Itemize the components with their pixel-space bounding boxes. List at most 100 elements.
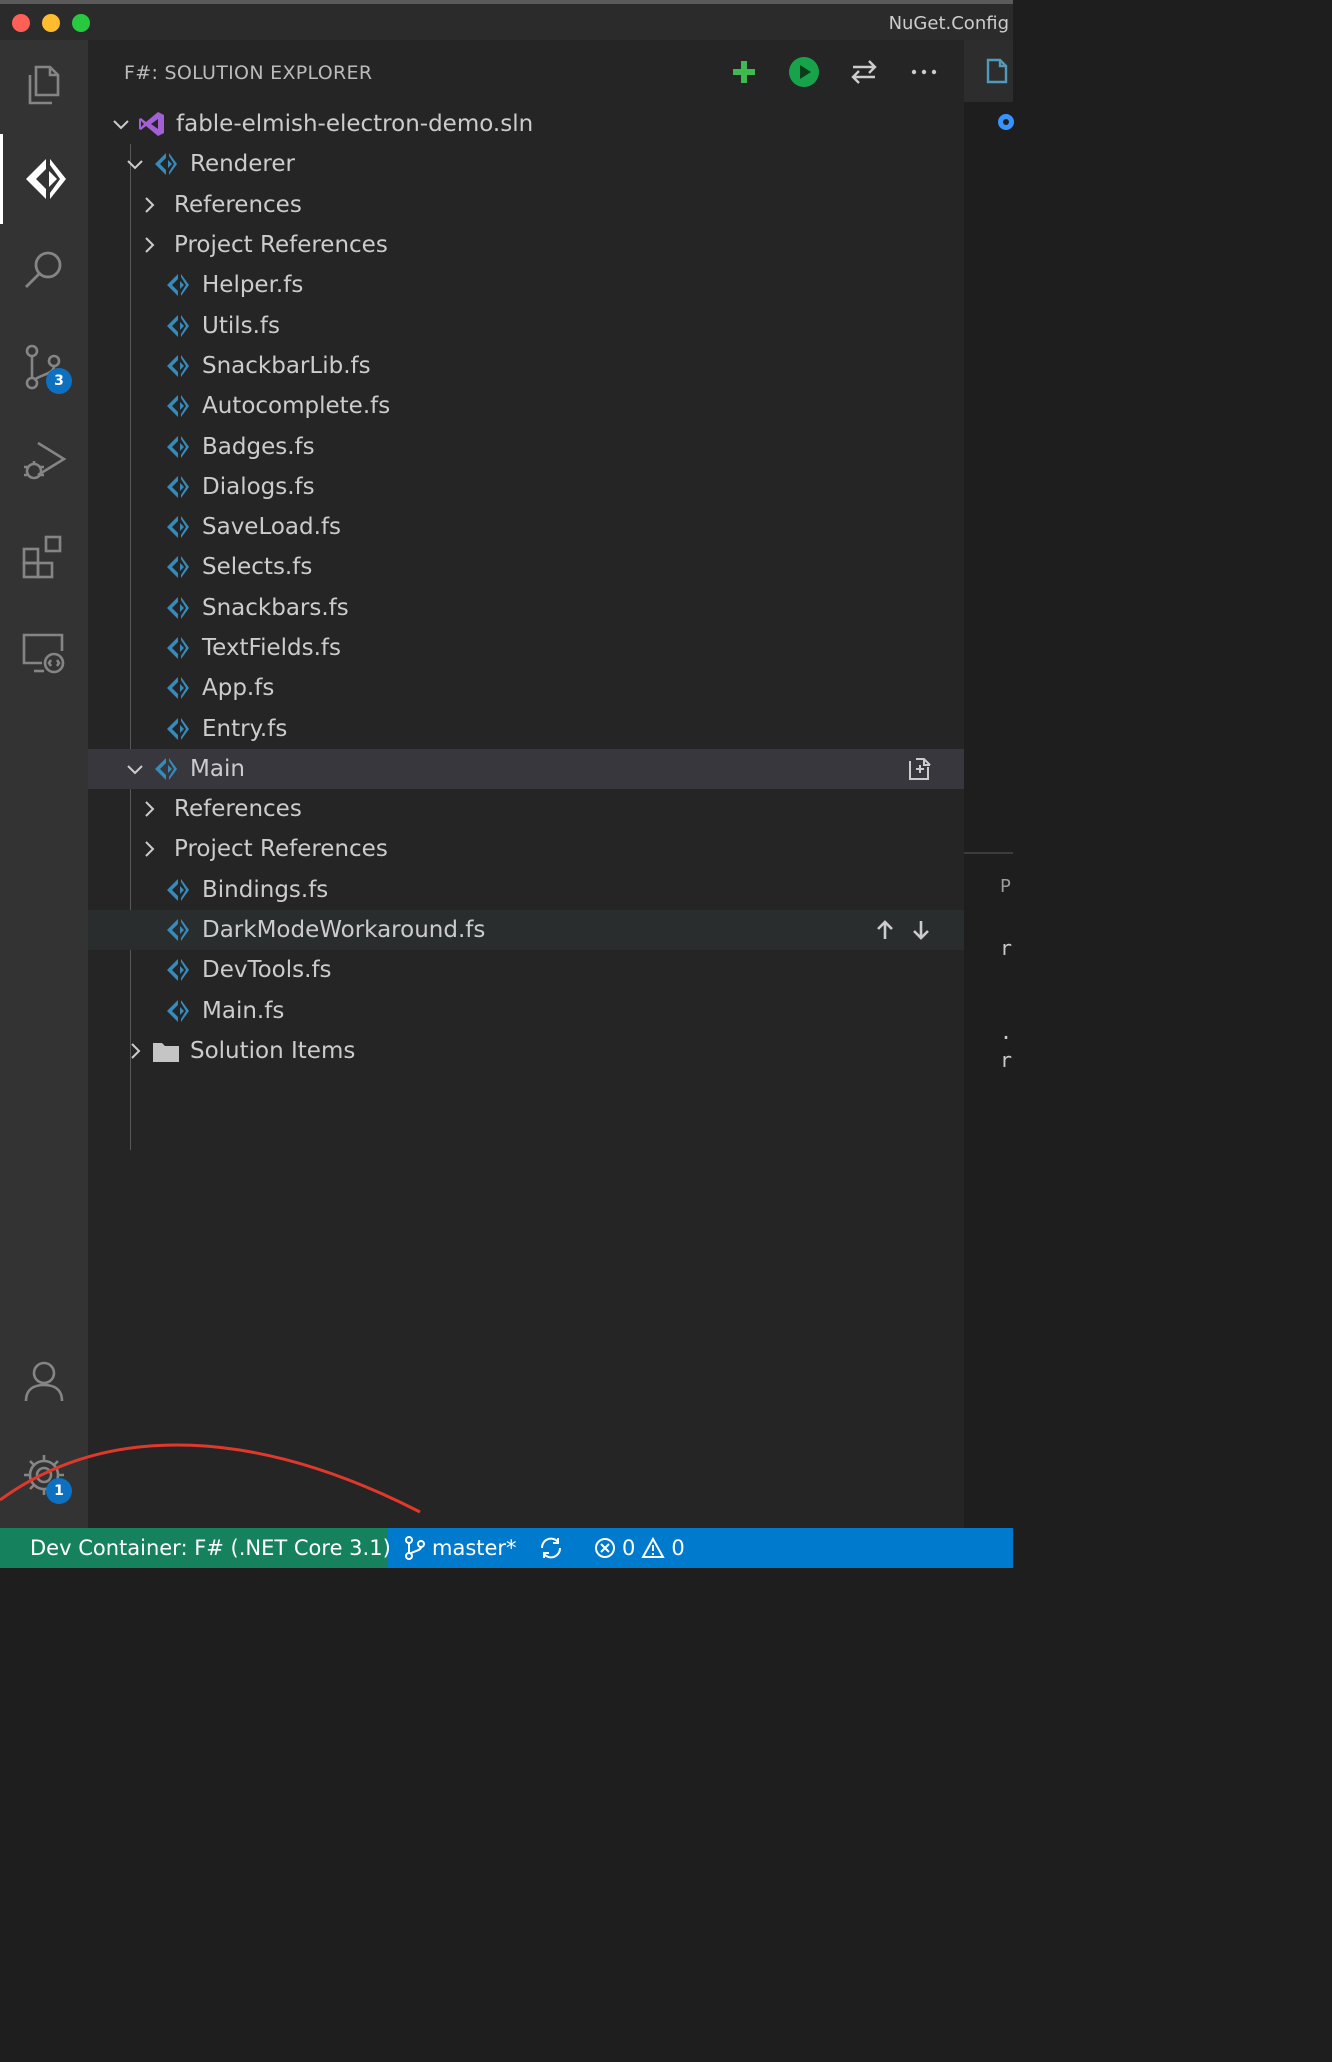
activity-source-control[interactable]: 3 — [0, 322, 88, 412]
paste-icon[interactable] — [904, 755, 932, 783]
chevron-right-icon[interactable] — [138, 798, 160, 820]
tree-item-file[interactable]: TextFields.fs — [88, 628, 964, 668]
tree-item-file[interactable]: DevTools.fs — [88, 950, 964, 990]
tree-item-label: Bindings.fs — [202, 876, 329, 903]
tree-item-label: DevTools.fs — [202, 957, 332, 984]
chevron-down-icon[interactable] — [124, 153, 146, 175]
panel-title: F#: SOLUTION EXPLORER — [124, 62, 373, 84]
sync-changes-button[interactable] — [538, 1528, 564, 1568]
more-actions-button[interactable] — [906, 54, 942, 90]
chevron-down-icon[interactable] — [124, 758, 146, 780]
tree-item-file[interactable]: Main.fs — [88, 991, 964, 1031]
branch-name: master* — [432, 1536, 517, 1560]
tree-item-folder-collapsed[interactable]: References — [88, 789, 964, 829]
fsharp-project-icon — [152, 150, 180, 178]
tree-item-file[interactable]: Bindings.fs — [88, 870, 964, 910]
fsharp-file-icon — [164, 634, 192, 662]
account-icon — [24, 1361, 64, 1402]
activity-run-debug[interactable] — [0, 416, 88, 506]
fsharp-file-icon — [164, 876, 192, 904]
tree-item-label: Badges.fs — [202, 433, 315, 460]
fsharp-file-icon — [164, 956, 192, 984]
chevron-right-icon[interactable] — [138, 234, 160, 256]
settings-icon[interactable] — [994, 110, 1018, 134]
tree-item-project[interactable]: Renderer — [88, 144, 964, 184]
tree-item-file[interactable]: Selects.fs — [88, 547, 964, 587]
remote-label: Dev Container: F# (.NET Core 3.1) — [30, 1536, 391, 1560]
tree-item-label: Main — [190, 755, 245, 782]
remote-indicator[interactable]: Dev Container: F# (.NET Core 3.1) — [0, 1528, 391, 1568]
tree-item-label: Entry.fs — [202, 715, 288, 742]
run-icon — [789, 57, 819, 87]
plus-icon — [733, 61, 755, 83]
fsharp-file-icon — [164, 594, 192, 622]
tree-item-file[interactable]: DarkModeWorkaround.fs — [88, 909, 964, 951]
tree-item-solution[interactable]: fable-elmish-electron-demo.sln — [88, 104, 964, 144]
tree-item-label: App.fs — [202, 675, 275, 702]
tree-item-file[interactable]: Snackbars.fs — [88, 588, 964, 628]
tree-item-label: TextFields.fs — [202, 635, 341, 661]
debug-icon — [24, 441, 67, 480]
tree-item-file[interactable]: Helper.fs — [88, 265, 964, 305]
tree-item-file[interactable]: Autocomplete.fs — [88, 386, 964, 426]
activity-search[interactable] — [0, 226, 88, 316]
panel-header-fragment: P — [1000, 876, 1011, 897]
chevron-right-icon[interactable] — [138, 194, 160, 216]
tree-item-file[interactable]: App.fs — [88, 668, 964, 708]
run-button[interactable] — [786, 54, 822, 90]
visual-studio-icon — [138, 110, 166, 138]
tree-item-file[interactable]: Badges.fs — [88, 426, 964, 466]
activity-accounts[interactable] — [0, 1336, 88, 1426]
fsharp-file-icon — [164, 352, 192, 380]
problems-indicator[interactable]: 0 0 — [594, 1528, 685, 1568]
warning-count: 0 — [671, 1536, 685, 1560]
close-window-button[interactable] — [12, 14, 30, 32]
activity-remote-explorer[interactable] — [0, 608, 88, 698]
activity-fsharp[interactable] — [0, 134, 88, 224]
activity-manage[interactable]: 1 — [0, 1430, 88, 1520]
editor-tab-bar — [964, 40, 1013, 102]
tree-item-label: DarkModeWorkaround.fs — [202, 917, 486, 944]
maximize-window-button[interactable] — [72, 14, 90, 32]
tree-item-label: Main.fs — [202, 997, 285, 1024]
tree-item-file[interactable]: Entry.fs — [88, 708, 964, 748]
file-icon — [986, 58, 1008, 84]
activity-extensions[interactable] — [0, 512, 88, 602]
fsharp-project-icon — [152, 755, 180, 783]
chevron-right-icon[interactable] — [124, 1040, 146, 1062]
chevron-right-icon[interactable] — [138, 838, 160, 860]
fsharp-file-icon — [164, 553, 192, 581]
branch-indicator[interactable]: master* — [404, 1528, 517, 1568]
sync-button[interactable] — [846, 54, 882, 90]
fsharp-file-icon — [164, 513, 192, 541]
tree-item-project[interactable]: Main — [88, 748, 964, 790]
tree-item-label: References — [174, 191, 302, 218]
editor-area: P r . r — [964, 40, 1014, 1528]
tree-item-label: Autocomplete.fs — [202, 393, 391, 420]
search-icon — [25, 251, 62, 288]
move-up-icon[interactable] — [874, 919, 896, 941]
fsharp-file-icon — [164, 916, 192, 944]
fsharp-file-icon — [164, 433, 192, 461]
activity-explorer[interactable] — [0, 40, 88, 130]
minimize-window-button[interactable] — [42, 14, 60, 32]
tree-item-label: Helper.fs — [202, 272, 304, 299]
tree-item-file[interactable]: Utils.fs — [88, 305, 964, 345]
tree-item-folder-collapsed[interactable]: Project References — [88, 225, 964, 265]
remote-explorer-icon — [22, 633, 65, 674]
tree-item-label: SnackbarLib.fs — [202, 352, 371, 379]
tree-item-folder-collapsed[interactable]: Project References — [88, 829, 964, 869]
tree-item-file[interactable]: Dialogs.fs — [88, 467, 964, 507]
tree-item-file[interactable]: SnackbarLib.fs — [88, 346, 964, 386]
chevron-down-icon[interactable] — [110, 113, 132, 135]
add-button[interactable] — [726, 54, 762, 90]
tree-item-label: Snackbars.fs — [202, 594, 349, 621]
tree-item-file[interactable]: SaveLoad.fs — [88, 507, 964, 547]
tree-item-folder-collapsed[interactable]: References — [88, 185, 964, 225]
status-bar: Dev Container: F# (.NET Core 3.1) master… — [0, 1528, 1013, 1568]
move-down-icon[interactable] — [910, 919, 932, 941]
solution-tree: fable-elmish-electron-demo.sln Renderer Re… — [88, 104, 964, 1150]
title-bar: NuGet.Config — [0, 0, 1013, 40]
panel-divider — [964, 852, 1013, 854]
tree-item-solution-folder[interactable]: Solution Items — [88, 1031, 964, 1071]
